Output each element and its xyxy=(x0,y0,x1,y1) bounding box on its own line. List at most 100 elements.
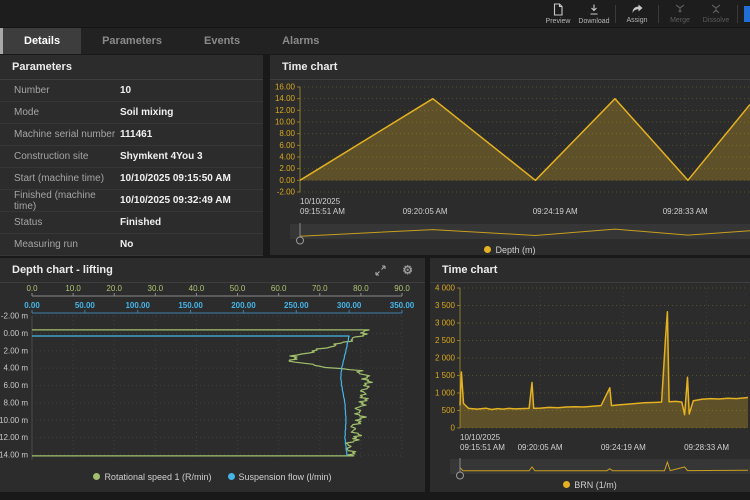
legend-item[interactable]: Depth (m) xyxy=(484,245,535,255)
svg-text:300.00: 300.00 xyxy=(337,301,362,310)
param-value: 10/10/2025 09:15:50 AM xyxy=(120,173,231,184)
svg-text:-2.00: -2.00 xyxy=(277,188,296,197)
svg-text:14.00 m: 14.00 m xyxy=(0,451,28,460)
depth-chart-header: Depth chart - lifting ⚙ xyxy=(0,258,425,283)
tab-alarms[interactable]: Alarms xyxy=(261,28,340,54)
depth-chart-legend: Rotational speed 1 (R/min) Suspension fl… xyxy=(0,472,425,482)
merge-label: Merge xyxy=(670,17,690,24)
param-value: Shymkent 4You 3 xyxy=(120,151,203,162)
param-row-finished: Finished (machine time) 10/10/2025 09:32… xyxy=(0,190,263,212)
param-label: Construction site xyxy=(0,151,120,162)
param-label: Finished (machine time) xyxy=(0,190,120,212)
legend-item[interactable]: Rotational speed 1 (R/min) xyxy=(93,472,211,482)
parameters-panel-header: Parameters xyxy=(0,55,263,80)
param-value: 10 xyxy=(120,85,131,96)
svg-text:70.0: 70.0 xyxy=(312,284,328,293)
dissolve-label: Dissolve xyxy=(703,17,729,24)
param-label: Mode xyxy=(0,107,120,118)
svg-text:1 500: 1 500 xyxy=(435,371,456,380)
preview-label: Preview xyxy=(546,18,571,25)
depth-chart-title: Depth chart - lifting xyxy=(12,264,113,276)
svg-text:2.00: 2.00 xyxy=(279,164,295,173)
tab-details-label: Details xyxy=(24,35,60,47)
rotational-speed-series-dot xyxy=(93,473,100,480)
svg-text:50.0: 50.0 xyxy=(230,284,246,293)
svg-text:30.0: 30.0 xyxy=(148,284,164,293)
param-value: 111461 xyxy=(120,129,152,140)
toolbar-divider xyxy=(658,5,659,23)
svg-text:350.00: 350.00 xyxy=(390,301,415,310)
download-icon xyxy=(588,3,600,16)
preview-button[interactable]: Preview xyxy=(540,3,576,25)
tab-events[interactable]: Events xyxy=(183,28,261,54)
svg-text:0.0: 0.0 xyxy=(26,284,38,293)
expand-icon[interactable] xyxy=(375,265,386,276)
toolbar-divider xyxy=(737,5,738,23)
param-row-number: Number 10 xyxy=(0,80,263,102)
time-chart-top-navigator[interactable] xyxy=(270,221,750,245)
tab-parameters-label: Parameters xyxy=(102,35,162,47)
time-chart-top-plot[interactable]: 16.0014.0012.0010.008.006.004.002.000.00… xyxy=(270,81,750,221)
tab-parameters[interactable]: Parameters xyxy=(81,28,183,54)
tab-alarms-label: Alarms xyxy=(282,35,319,47)
param-value: Soil mixing xyxy=(120,107,173,118)
assign-label: Assign xyxy=(626,17,647,24)
preview-icon xyxy=(552,3,564,16)
svg-text:60.0: 60.0 xyxy=(271,284,287,293)
depth-chart-plot[interactable]: -2.00 m0.00 m2.00 m4.00 m6.00 m8.00 m10.… xyxy=(0,282,425,472)
svg-text:10.00: 10.00 xyxy=(275,118,296,127)
svg-text:50.00: 50.00 xyxy=(75,301,96,310)
dissolve-icon xyxy=(710,3,722,15)
svg-text:4.00 m: 4.00 m xyxy=(4,364,29,373)
param-label: Start (machine time) xyxy=(0,173,120,184)
svg-text:3 000: 3 000 xyxy=(435,319,456,328)
legend-item[interactable]: BRN (1/m) xyxy=(563,480,617,490)
svg-text:150.00: 150.00 xyxy=(178,301,203,310)
svg-text:1 000: 1 000 xyxy=(435,389,456,398)
svg-text:0.00: 0.00 xyxy=(279,176,295,185)
depth-series-label: Depth (m) xyxy=(495,245,535,255)
svg-text:09:20:05 AM: 09:20:05 AM xyxy=(518,443,563,452)
depth-series-dot xyxy=(484,246,491,253)
gear-icon[interactable]: ⚙ xyxy=(402,264,413,276)
tab-details[interactable]: Details xyxy=(3,28,81,54)
svg-text:8.00 m: 8.00 m xyxy=(4,398,29,407)
svg-text:3 500: 3 500 xyxy=(435,301,456,310)
svg-text:4 000: 4 000 xyxy=(435,284,456,293)
svg-text:20.0: 20.0 xyxy=(106,284,122,293)
svg-text:09:24:19 AM: 09:24:19 AM xyxy=(533,207,578,216)
svg-text:0: 0 xyxy=(451,424,456,433)
param-row-status: Status Finished xyxy=(0,212,263,234)
clipped-toolbar-button[interactable] xyxy=(744,6,750,22)
svg-text:500: 500 xyxy=(442,406,456,415)
assign-button[interactable]: Assign xyxy=(619,3,655,24)
brn-series-label: BRN (1/m) xyxy=(574,480,617,490)
time-chart-bottom-plot[interactable]: 4 0003 5003 0002 5002 0001 5001 00050001… xyxy=(430,284,750,454)
svg-text:14.00: 14.00 xyxy=(275,94,296,103)
time-chart-bottom-header: Time chart xyxy=(430,258,750,283)
time-chart-bottom-navigator[interactable] xyxy=(430,456,750,480)
svg-text:09:15:51 AM: 09:15:51 AM xyxy=(460,443,505,452)
time-chart-top-title: Time chart xyxy=(282,61,337,73)
svg-text:10/10/2025: 10/10/2025 xyxy=(300,197,341,206)
svg-text:10.00 m: 10.00 m xyxy=(0,416,28,425)
svg-text:0.00: 0.00 xyxy=(24,301,40,310)
svg-text:4.00: 4.00 xyxy=(279,153,295,162)
svg-text:-2.00 m: -2.00 m xyxy=(1,312,28,321)
download-button[interactable]: Download xyxy=(576,3,612,25)
param-row-serial: Machine serial number 111461 xyxy=(0,124,263,146)
parameters-panel-title: Parameters xyxy=(12,61,72,73)
legend-item[interactable]: Suspension flow (l/min) xyxy=(228,472,332,482)
svg-text:12.00 m: 12.00 m xyxy=(0,433,28,442)
time-chart-top-panel: Time chart 16.0014.0012.0010.008.006.004… xyxy=(270,55,750,255)
svg-text:6.00 m: 6.00 m xyxy=(4,381,29,390)
svg-text:100.00: 100.00 xyxy=(125,301,150,310)
param-label: Number xyxy=(0,85,120,96)
time-chart-bottom-panel: Time chart 4 0003 5003 0002 5002 0001 50… xyxy=(430,258,750,492)
svg-text:12.00: 12.00 xyxy=(275,106,296,115)
svg-text:8.00: 8.00 xyxy=(279,129,295,138)
svg-text:09:28:33 AM: 09:28:33 AM xyxy=(663,207,708,216)
svg-text:10/10/2025: 10/10/2025 xyxy=(460,433,501,442)
time-chart-bottom-title: Time chart xyxy=(442,264,497,276)
brn-series-dot xyxy=(563,481,570,488)
